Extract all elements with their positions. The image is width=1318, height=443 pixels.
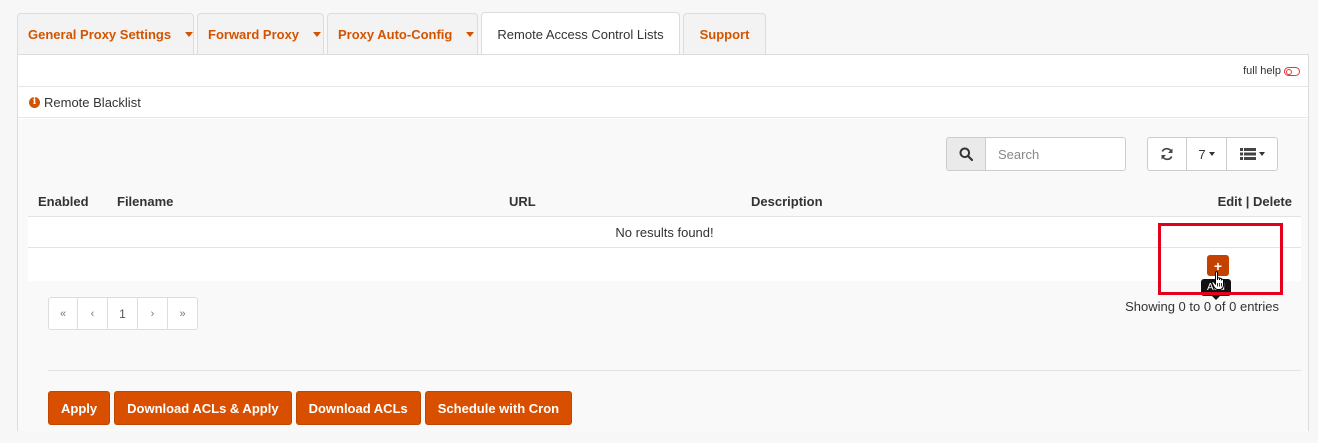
column-header-url[interactable]: URL bbox=[509, 194, 536, 209]
full-help-label: full help bbox=[1243, 65, 1281, 77]
tab-general-proxy-settings[interactable]: General Proxy Settings bbox=[17, 13, 194, 55]
columns-dropdown[interactable] bbox=[1227, 137, 1278, 171]
tab-label: Forward Proxy bbox=[208, 27, 300, 42]
refresh-button[interactable] bbox=[1147, 137, 1187, 171]
search-input[interactable] bbox=[986, 137, 1126, 171]
tab-label: General Proxy Settings bbox=[28, 27, 172, 42]
tab-proxy-auto-config[interactable]: Proxy Auto-Config bbox=[327, 13, 478, 55]
search-button[interactable] bbox=[946, 137, 986, 171]
download-acls-apply-button[interactable]: Download ACLs & Apply bbox=[114, 391, 292, 425]
chevron-down-icon bbox=[1208, 152, 1215, 156]
table-header: Enabled Filename URL Description Edit | … bbox=[28, 187, 1301, 217]
tab-bar: General Proxy Settings Forward Proxy Pro… bbox=[17, 12, 769, 55]
search-group bbox=[946, 137, 1126, 171]
tab-label: Proxy Auto-Config bbox=[338, 27, 453, 42]
page-1-button[interactable]: 1 bbox=[108, 297, 138, 330]
table-row-empty: No results found! bbox=[28, 217, 1301, 248]
data-table: Enabled Filename URL Description Edit | … bbox=[28, 187, 1301, 281]
column-header-filename[interactable]: Filename bbox=[117, 194, 173, 209]
tab-support[interactable]: Support bbox=[683, 13, 766, 55]
section-title: Remote Blacklist bbox=[44, 94, 141, 110]
first-page-button[interactable]: « bbox=[48, 297, 78, 330]
info-icon[interactable]: i bbox=[29, 96, 40, 108]
rows-per-page-value: 7 bbox=[1198, 146, 1206, 162]
hand-pointer-icon bbox=[1211, 271, 1224, 290]
column-header-description[interactable]: Description bbox=[751, 194, 823, 209]
tab-remote-access-control-lists[interactable]: Remote Access Control Lists bbox=[481, 12, 680, 55]
tab-forward-proxy[interactable]: Forward Proxy bbox=[197, 13, 324, 55]
search-icon bbox=[959, 147, 973, 161]
rows-per-page-dropdown[interactable]: 7 bbox=[1187, 137, 1227, 171]
prev-page-button[interactable]: ‹ bbox=[78, 297, 108, 330]
download-acls-button[interactable]: Download ACLs bbox=[295, 391, 421, 425]
column-header-enabled[interactable]: Enabled bbox=[38, 194, 89, 209]
chevron-down-icon bbox=[1258, 152, 1265, 156]
toggle-off-icon bbox=[1284, 66, 1300, 76]
divider bbox=[48, 370, 1301, 371]
caret-down-icon bbox=[185, 32, 194, 37]
main-panel: full help i Remote Blacklist 7 bbox=[17, 54, 1309, 431]
pagination: « ‹ 1 › » bbox=[48, 297, 198, 330]
refresh-icon bbox=[1161, 147, 1173, 161]
column-header-commands: Edit | Delete bbox=[1217, 194, 1292, 209]
grid-toolbar: 7 bbox=[1147, 137, 1278, 171]
no-results-message: No results found! bbox=[615, 224, 714, 240]
full-help-toggle[interactable]: full help bbox=[1243, 65, 1300, 77]
last-page-button[interactable]: » bbox=[168, 297, 198, 330]
help-bar: full help bbox=[18, 55, 1308, 87]
section-header: i Remote Blacklist bbox=[18, 87, 1308, 118]
list-icon bbox=[1239, 148, 1256, 160]
apply-button[interactable]: Apply bbox=[48, 391, 111, 425]
next-page-button[interactable]: › bbox=[138, 297, 168, 330]
tab-label: Support bbox=[699, 27, 750, 42]
action-buttons: Apply Download ACLs & Apply Download ACL… bbox=[48, 391, 573, 425]
schedule-with-cron-button[interactable]: Schedule with Cron bbox=[424, 391, 573, 425]
table-footer-row: + bbox=[28, 248, 1301, 281]
pagination-info: Showing 0 to 0 of 0 entries bbox=[1125, 299, 1279, 314]
caret-down-icon bbox=[313, 32, 322, 37]
caret-down-icon bbox=[466, 32, 475, 37]
tab-label: Remote Access Control Lists bbox=[497, 26, 664, 42]
